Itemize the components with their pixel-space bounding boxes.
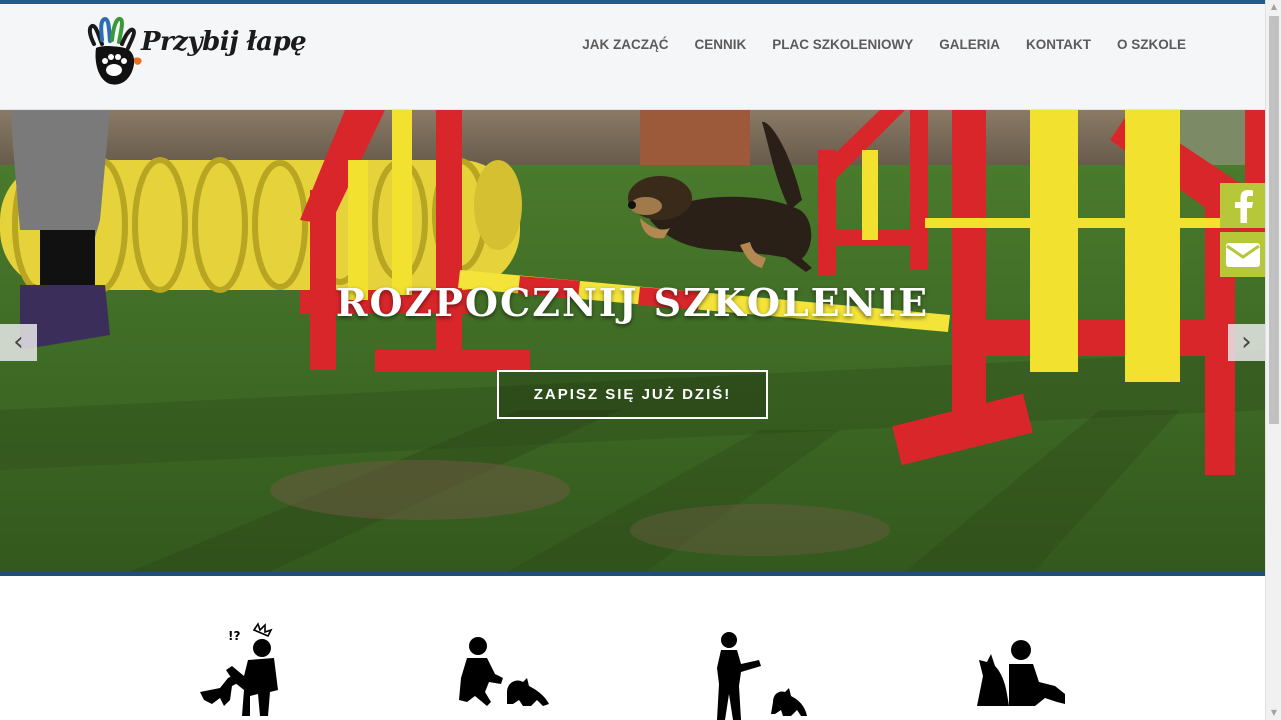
email-button[interactable] bbox=[1220, 232, 1265, 277]
main-nav: JAK ZACZĄĆ CENNIK PLAC SZKOLENIOWY GALER… bbox=[569, 36, 1199, 54]
feature-item-4[interactable] bbox=[965, 620, 1075, 720]
nav-item-kontakt[interactable]: KONTAKT bbox=[1013, 36, 1104, 54]
chevron-right-icon: › bbox=[1241, 327, 1252, 357]
nav-item-o-szkole[interactable]: O SZKOLE bbox=[1104, 36, 1199, 54]
chevron-left-icon: ‹ bbox=[13, 327, 24, 357]
feature-item-1[interactable]: !? bbox=[190, 620, 300, 720]
logo-text: Przybij łapę bbox=[141, 27, 307, 57]
scroll-up-icon[interactable]: ▲ bbox=[1266, 0, 1281, 14]
facebook-icon bbox=[1234, 189, 1253, 223]
nav-item-plac-szkoleniowy[interactable]: PLAC SZKOLENIOWY bbox=[759, 36, 926, 54]
scrollbar-thumb[interactable] bbox=[1269, 16, 1279, 424]
features-section: !? bbox=[0, 576, 1265, 720]
feature-item-2[interactable] bbox=[447, 620, 557, 720]
hero-background-image bbox=[0, 110, 1265, 576]
page: Przybij łapę JAK ZACZĄĆ CENNIK PLAC SZKO… bbox=[0, 0, 1281, 720]
hero-carousel: ROZPOCZNIJ SZKOLENIE ZAPISZ SIĘ JUŻ DZIŚ… bbox=[0, 110, 1265, 576]
handprint-logo-icon bbox=[87, 16, 142, 85]
person-pointing-at-dog-icon bbox=[717, 632, 807, 720]
site-header: Przybij łapę JAK ZACZĄĆ CENNIK PLAC SZKO… bbox=[0, 4, 1265, 110]
person-sitting-with-dog-icon bbox=[977, 640, 1065, 706]
signup-button[interactable]: ZAPISZ SIĘ JUŻ DZIŚ! bbox=[497, 370, 768, 419]
svg-text:!?: !? bbox=[228, 629, 240, 643]
nav-item-jak-zaczac[interactable]: JAK ZACZĄĆ bbox=[569, 36, 681, 54]
nav-item-galeria[interactable]: GALERIA bbox=[926, 36, 1013, 54]
facebook-button[interactable] bbox=[1220, 183, 1265, 228]
hero-title: ROZPOCZNIJ SZKOLENIE bbox=[335, 280, 930, 325]
crouching-person-with-dog-icon bbox=[459, 637, 549, 706]
feature-item-3[interactable] bbox=[703, 620, 813, 720]
scroll-down-icon[interactable]: ▼ bbox=[1266, 706, 1281, 720]
envelope-icon bbox=[1225, 242, 1260, 267]
confused-person-with-dog-icon: !? bbox=[200, 622, 278, 716]
page-scrollbar[interactable]: ▲ ▼ bbox=[1265, 0, 1281, 720]
carousel-prev-button[interactable]: ‹ bbox=[0, 324, 37, 361]
site-logo[interactable]: Przybij łapę bbox=[86, 14, 307, 94]
carousel-next-button[interactable]: › bbox=[1228, 324, 1265, 361]
nav-item-cennik[interactable]: CENNIK bbox=[681, 36, 759, 54]
